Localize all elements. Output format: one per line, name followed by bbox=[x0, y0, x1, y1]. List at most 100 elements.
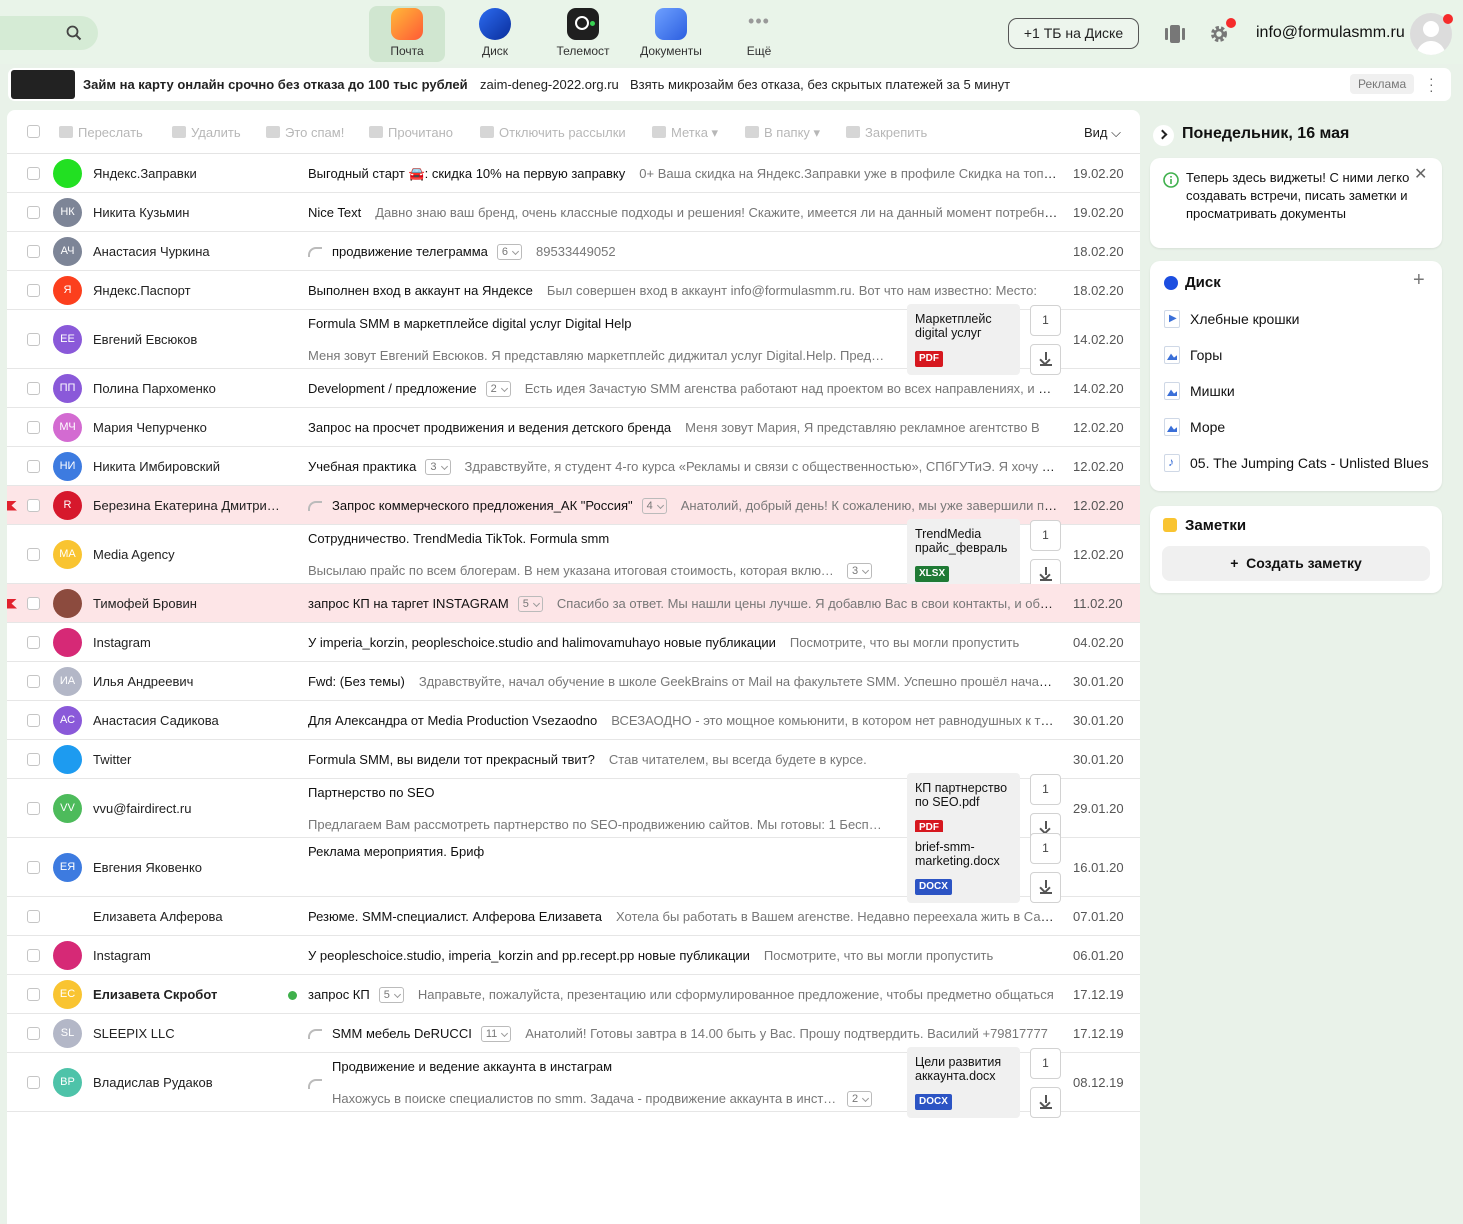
message-preview-line[interactable]: Fwd: (Без темы) Здравствуйте, начал обуче… bbox=[308, 674, 1058, 689]
message-snippet-line[interactable]: Меня зовут Евгений Евсюков. Я представля… bbox=[308, 348, 888, 363]
message-row[interactable]: МЧ Мария Чепурченко Запрос на просчет прод… bbox=[7, 408, 1140, 447]
sender-name[interactable]: Яндекс.Паспорт bbox=[93, 283, 283, 298]
add-icon[interactable]: + bbox=[1413, 269, 1425, 292]
message-subject-line[interactable]: Сотрудничество. TrendMedia TikTok. Formu… bbox=[308, 531, 888, 546]
view-dropdown[interactable]: Вид ⌵ bbox=[1084, 125, 1121, 141]
sender-name[interactable]: Владислав Рудаков bbox=[93, 1075, 283, 1090]
message-preview-line[interactable]: Formula SMM, вы видели тот прекрасный тв… bbox=[308, 752, 1058, 767]
notes-widget-title[interactable]: Заметки bbox=[1185, 517, 1246, 534]
sender-name[interactable]: Мария Чепурченко bbox=[93, 420, 283, 435]
message-checkbox[interactable] bbox=[27, 166, 40, 180]
sender-avatar[interactable]: МЧ bbox=[53, 413, 82, 442]
message-snippet-line[interactable]: Высылаю прайс по всем блогерам. В нем ук… bbox=[308, 562, 888, 579]
sender-name[interactable]: Елизавета Алферова bbox=[93, 909, 283, 924]
sender-name[interactable]: Илья Андреевич bbox=[93, 674, 283, 689]
sender-name[interactable]: vvu@fairdirect.ru bbox=[93, 801, 283, 816]
sender-name[interactable]: Twitter bbox=[93, 752, 283, 767]
app-more[interactable]: ••• Ещё bbox=[721, 6, 797, 62]
sender-avatar[interactable]: ЕС bbox=[53, 980, 82, 1009]
message-preview-line[interactable]: Development / предложение 2 Есть идея Зача… bbox=[308, 380, 1058, 397]
sender-avatar[interactable]: АС bbox=[53, 706, 82, 735]
thread-count[interactable]: 4 bbox=[641, 497, 667, 514]
sender-avatar[interactable]: ИА bbox=[53, 667, 82, 696]
message-checkbox[interactable] bbox=[27, 860, 40, 874]
message-preview-line[interactable]: запрос КП 5 Направьте, пожалуйста, презент… bbox=[308, 986, 1058, 1003]
sender-avatar[interactable]: НИ bbox=[53, 452, 82, 481]
message-checkbox[interactable] bbox=[27, 420, 40, 434]
create-note-button[interactable]: + Создать заметку bbox=[1162, 546, 1430, 581]
message-checkbox[interactable] bbox=[27, 498, 40, 512]
message-checkbox[interactable] bbox=[27, 752, 40, 766]
message-preview-line[interactable]: SMM мебель DeRUCCI 11 Анатолий! Готовы зав… bbox=[332, 1025, 1058, 1042]
sender-avatar[interactable]: АЧ bbox=[53, 237, 82, 266]
disk-file-item[interactable]: Мишки bbox=[1190, 383, 1430, 399]
message-subject-line[interactable]: Продвижение и ведение аккаунта в инстагр… bbox=[332, 1059, 888, 1074]
app-disk[interactable]: Диск bbox=[457, 6, 533, 62]
thread-count[interactable]: 5 bbox=[378, 986, 404, 1003]
ad-menu-icon[interactable]: · · · bbox=[1429, 71, 1434, 97]
unread-dot[interactable] bbox=[288, 990, 297, 1000]
message-checkbox[interactable] bbox=[27, 332, 40, 346]
sender-name[interactable]: Полина Пархоменко bbox=[93, 381, 283, 396]
message-checkbox[interactable] bbox=[27, 713, 40, 727]
sender-avatar[interactable] bbox=[53, 902, 82, 931]
sender-avatar[interactable] bbox=[53, 589, 82, 618]
message-preview-line[interactable]: Выполнен вход в аккаунт на Яндексе Был со… bbox=[308, 283, 1058, 298]
mark-read-button[interactable]: Прочитано bbox=[369, 125, 453, 140]
message-row[interactable]: НК Никита Кузьмин Nice Text Давно знаю ваш … bbox=[7, 193, 1140, 232]
message-preview-line[interactable]: Выгодный старт 🚘: скидка 10% на первую з… bbox=[308, 166, 1058, 182]
attachment-count-button[interactable]: 1 bbox=[1030, 1047, 1061, 1079]
message-subject-line[interactable]: Реклама мероприятия. Бриф bbox=[308, 844, 888, 859]
disk-widget-title[interactable]: Диск bbox=[1185, 274, 1221, 291]
account-email[interactable]: info@formulasmm.ru bbox=[1256, 24, 1405, 42]
move-folder-button[interactable]: В папку ▾ bbox=[745, 125, 820, 141]
ad-domain[interactable]: zaim-deneg-2022.org.ru bbox=[480, 77, 619, 92]
message-row[interactable]: Instagram У peopleschoice.studio, imperia… bbox=[7, 936, 1140, 975]
message-snippet-line[interactable]: Нахожусь в поиске специалистов по smm. З… bbox=[332, 1090, 888, 1107]
message-preview-line[interactable]: Запрос коммерческого предложения_АК "Рос… bbox=[332, 497, 1058, 514]
message-checkbox[interactable] bbox=[27, 1026, 40, 1040]
message-row[interactable]: Елизавета Алферова Резюме. SMM-специалист… bbox=[7, 897, 1140, 936]
sender-avatar[interactable]: ПП bbox=[53, 374, 82, 403]
app-mail[interactable]: Почта bbox=[369, 6, 445, 62]
message-row[interactable]: MA Media Agency Сотрудничество. TrendMedia… bbox=[7, 519, 1140, 590]
sender-avatar[interactable]: SL bbox=[53, 1019, 82, 1048]
app-documents[interactable]: Документы bbox=[633, 6, 709, 62]
attachment-count-button[interactable]: 1 bbox=[1030, 773, 1061, 805]
disk-file-item[interactable]: Горы bbox=[1190, 347, 1430, 363]
sender-name[interactable]: Media Agency bbox=[93, 547, 283, 562]
message-row[interactable]: ПП Полина Пархоменко Development / предлож… bbox=[7, 369, 1140, 408]
message-preview-line[interactable]: У peopleschoice.studio, imperia_korzin a… bbox=[308, 948, 1058, 963]
sender-avatar[interactable]: ЕЯ bbox=[53, 853, 82, 882]
message-preview-line[interactable]: Для Александра от Media Production Vseza… bbox=[308, 713, 1058, 728]
message-row[interactable]: НИ Никита Имбировский Учебная практика 3 Здр… bbox=[7, 447, 1140, 486]
message-checkbox[interactable] bbox=[27, 987, 40, 1001]
delete-button[interactable]: Удалить bbox=[172, 125, 241, 140]
message-checkbox[interactable] bbox=[27, 1075, 40, 1089]
message-checkbox[interactable] bbox=[27, 674, 40, 688]
pin-button[interactable]: Закрепить bbox=[846, 125, 927, 140]
message-checkbox[interactable] bbox=[27, 909, 40, 923]
ad-title[interactable]: Займ на карту онлайн срочно без отказа д… bbox=[83, 77, 468, 92]
thread-count[interactable]: 5 bbox=[517, 595, 543, 612]
disk-file-item[interactable]: Хлебные крошки bbox=[1190, 311, 1430, 327]
thread-count[interactable]: 3 bbox=[425, 458, 451, 475]
sender-avatar[interactable]: НК bbox=[53, 198, 82, 227]
thread-count[interactable]: 2 bbox=[485, 380, 511, 397]
forward-button[interactable]: Переслать bbox=[59, 125, 143, 140]
select-all-checkbox[interactable] bbox=[27, 125, 40, 138]
spam-button[interactable]: Это спам! bbox=[266, 125, 344, 140]
message-checkbox[interactable] bbox=[27, 635, 40, 649]
sender-avatar[interactable] bbox=[53, 628, 82, 657]
sender-avatar[interactable]: MA bbox=[53, 540, 82, 569]
ad-banner[interactable]: Займ на карту онлайн срочно без отказа д… bbox=[8, 68, 1451, 101]
sender-avatar[interactable] bbox=[53, 941, 82, 970]
sender-name[interactable]: Евгения Яковенко bbox=[93, 860, 283, 875]
search-box[interactable] bbox=[0, 16, 98, 50]
sender-name[interactable]: SLEEPIX LLC bbox=[93, 1026, 283, 1041]
attachment-preview[interactable]: Маркетплейс digital услуг PDF bbox=[907, 304, 1020, 375]
message-preview-line[interactable]: У imperia_korzin, peopleschoice.studio a… bbox=[308, 635, 1058, 650]
sender-avatar[interactable]: VV bbox=[53, 794, 82, 823]
message-checkbox[interactable] bbox=[27, 283, 40, 297]
label-button[interactable]: Метка ▾ bbox=[652, 125, 718, 141]
